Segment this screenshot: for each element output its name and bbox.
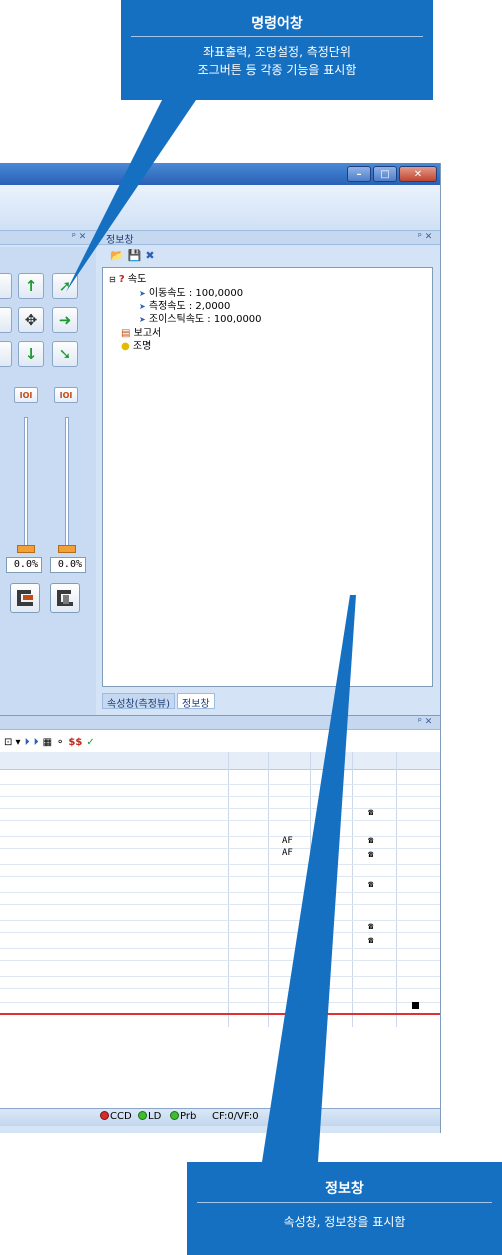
callout-desc-2: 조그버튼 등 각종 기능을 표시함 [197, 63, 357, 77]
top-callout-pointer [66, 100, 196, 292]
command-window-callout: 명령어창 좌표출력, 조명설정, 측정단위 조그버튼 등 각종 기능을 표시함 [121, 0, 433, 100]
callout-desc-1: 좌표출력, 조명설정, 측정단위 [203, 45, 351, 59]
bottom-callout-pointer [262, 595, 356, 1162]
callout-pointers [66, 100, 356, 1162]
callout-desc: 속성창, 정보창을 표시함 [283, 1215, 406, 1229]
callout-title: 정보창 [325, 1181, 364, 1197]
info-window-callout: 정보창 속성창, 정보창을 표시함 [187, 1162, 502, 1255]
callout-title: 명령어창 [251, 16, 303, 32]
